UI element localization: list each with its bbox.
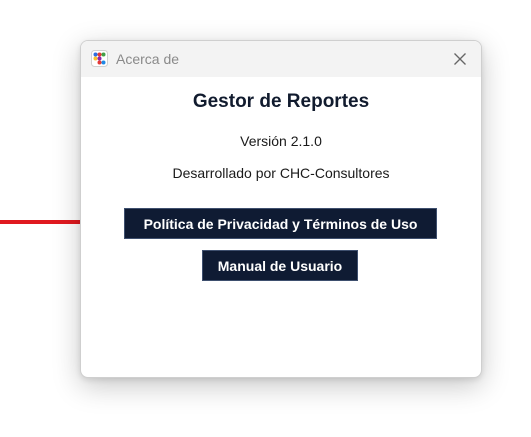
app-name-heading: Gestor de Reportes: [192, 91, 370, 112]
version-text: Versión 2.1.0: [240, 133, 322, 149]
title-bar: Acerca de: [81, 41, 481, 77]
user-manual-button[interactable]: Manual de Usuario: [202, 250, 358, 281]
window-title: Acerca de: [116, 51, 180, 67]
developer-text: Desarrollado por CHC-Consultores: [172, 165, 390, 181]
app-grid-icon: [91, 50, 108, 67]
privacy-terms-button[interactable]: Política de Privacidad y Términos de Uso: [124, 208, 437, 239]
close-button[interactable]: [445, 45, 475, 73]
close-icon: [454, 53, 466, 65]
about-dialog: Acerca de Gestor de Reportes Versión 2.1…: [80, 40, 482, 378]
